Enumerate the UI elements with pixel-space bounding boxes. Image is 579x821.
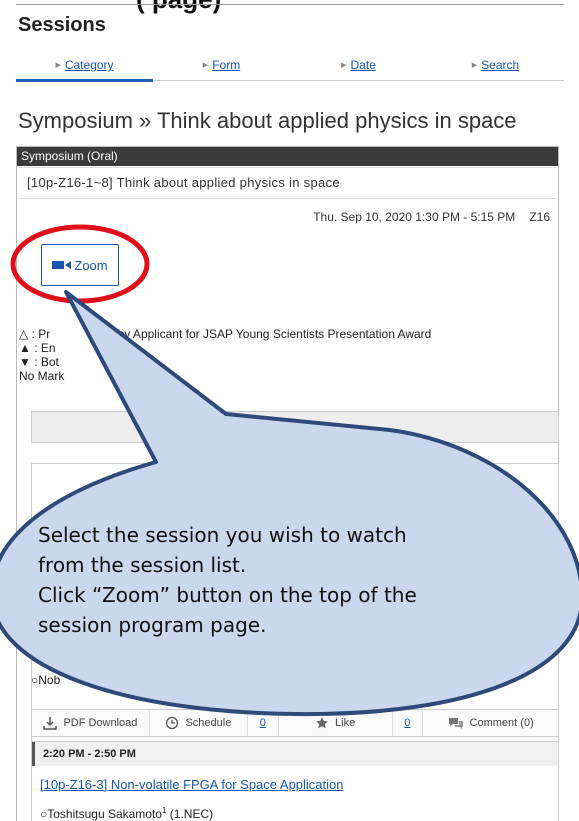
session-room: Z16 (529, 210, 550, 224)
triangle-right-icon: ▶ (202, 61, 209, 69)
presentation-actions: PDF Download Schedule 0 Like 0 Comment (… (31, 709, 559, 737)
tab-date[interactable]: ▶ Date (290, 52, 427, 80)
cropped-title: ( page) (136, 0, 221, 15)
like-count[interactable]: 0 (393, 710, 424, 736)
session-nav-tabs: ▶ Category ▶ Form ▶ Date ▶ Search (16, 52, 564, 82)
callout-line: Select the session you wish to watch (38, 523, 407, 547)
filter-bar[interactable] (31, 411, 559, 443)
tab-form[interactable]: ▶ Form (153, 52, 290, 80)
callout-text: Select the session you wish to watch fro… (38, 520, 558, 640)
session-type-bar: Symposium (Oral) (17, 147, 558, 166)
callout-line: from the session list. (38, 553, 247, 577)
comment-icon (448, 718, 463, 729)
zoom-button[interactable]: Zoom (41, 244, 119, 286)
session-datetime: Thu. Sep 10, 2020 1:30 PM - 5:15 PM Z16 (313, 210, 550, 224)
presentation-author: ○Nob (31, 673, 61, 687)
triangle-right-icon: ▶ (471, 61, 478, 69)
download-icon (43, 717, 58, 730)
session-panel: Symposium (Oral) [10p-Z16-1~8] Think abo… (16, 146, 559, 821)
comment-button[interactable]: Comment (0) (423, 710, 558, 736)
legend-item: ▲ : En tation (19, 341, 141, 355)
session-code-title: [10p-Z16-1~8] Think about applied physic… (27, 175, 340, 190)
session-code-row: [10p-Z16-1~8] Think about applied physic… (19, 167, 556, 199)
tab-search[interactable]: ▶ Search (427, 52, 564, 80)
star-icon (316, 717, 329, 729)
legend-item: ▼ : Bot (19, 355, 59, 369)
page-header: ( page) Sessions (16, 0, 564, 46)
video-camera-icon (52, 261, 72, 269)
presentation-title-link[interactable]: [10p-Z16-3] Non-volatile FPGA for Space … (40, 777, 344, 792)
callout-line: Click “Zoom” button on the top of the (38, 583, 417, 607)
sessions-title: Sessions (18, 14, 106, 36)
like-button[interactable]: Like (279, 710, 393, 736)
time-slot: 2:20 PM - 2:50 PM [10p-Z16-3] Non-volati… (31, 741, 559, 821)
presentation-author: ○Toshitsugu Sakamoto1 (1.NEC) (40, 806, 214, 821)
tab-category[interactable]: ▶ Category (16, 52, 153, 82)
callout-line: session program page. (38, 613, 267, 637)
slot-time: 2:20 PM - 2:50 PM (32, 742, 558, 766)
legend-item: No Mark (19, 369, 65, 383)
schedule-count[interactable]: 0 (248, 710, 279, 736)
presentation-legend: △ : Pr ation by Applicant for JSAP Young … (19, 327, 431, 383)
pdf-download-button[interactable]: PDF Download (32, 710, 150, 736)
clock-icon (166, 716, 179, 730)
schedule-button[interactable]: Schedule (150, 710, 248, 736)
triangle-right-icon: ▶ (341, 61, 347, 69)
triangle-right-icon: ▶ (55, 61, 61, 69)
legend-item: △ : Pr ation by Applicant for JSAP Young … (19, 327, 432, 341)
page-heading: Symposium » Think about applied physics … (18, 108, 517, 133)
webpage-frame: ( page) Sessions ▶Category ▶Form ▶Date ▶… (16, 0, 564, 821)
divider (16, 4, 564, 5)
